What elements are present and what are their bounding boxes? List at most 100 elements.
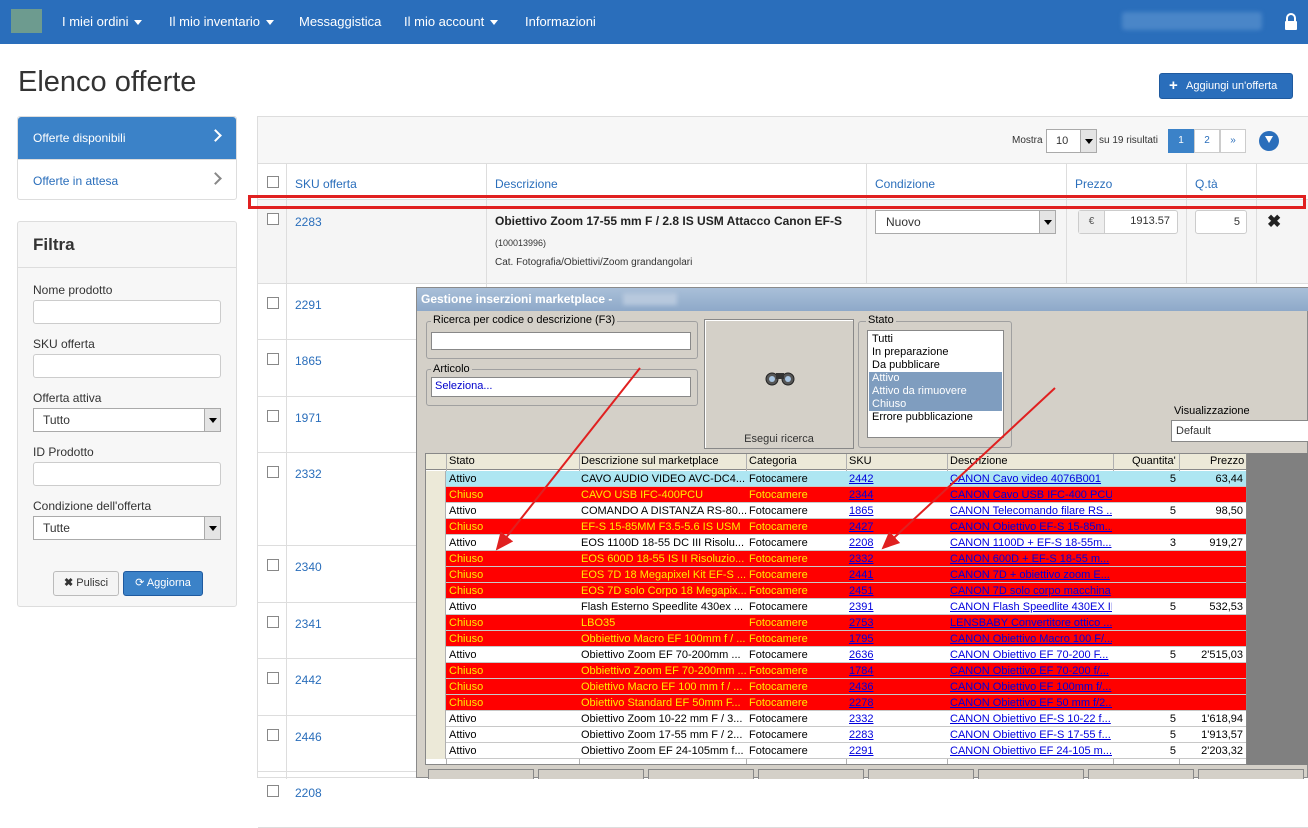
grid-cell-desc[interactable]: CANON 1100D + EF-S 18-55m...	[950, 535, 1112, 551]
row-indicator[interactable]	[426, 567, 446, 583]
sku-link[interactable]: 2208	[295, 786, 322, 800]
grid-cell-sku[interactable]: 2427	[849, 519, 947, 535]
stato-option[interactable]: Chiuso	[869, 398, 1002, 411]
sku-link[interactable]: 2341	[295, 617, 322, 631]
row-checkbox[interactable]	[267, 559, 279, 571]
sidebar-item-available-offers[interactable]: Offerte disponibili	[18, 117, 236, 159]
sku-link[interactable]: 2340	[295, 560, 322, 574]
grid-cell-desc[interactable]: CANON 600D + EF-S 18-55 m...	[950, 551, 1112, 567]
grid-cell-desc[interactable]: CANON Obiettivo EF-S 10-22 f...	[950, 711, 1112, 727]
grid-cell-sku[interactable]: 2636	[849, 647, 947, 663]
grid-cell-sku[interactable]: 2344	[849, 487, 947, 503]
row-indicator[interactable]	[426, 695, 446, 711]
row-checkbox[interactable]	[267, 729, 279, 741]
sku-link[interactable]: 1971	[295, 411, 322, 425]
stato-listbox[interactable]: Tutti In preparazione Da pubblicare Attivo A…	[867, 330, 1004, 438]
row-indicator[interactable]	[426, 631, 446, 647]
grid-row[interactable]: Chiuso LBO35 Fotocamere 2753 LENSBABY Conver…	[426, 615, 1246, 631]
grid-cell-desc[interactable]: CANON Cavo USB IFC-400 PCU	[950, 487, 1112, 503]
product-name-input[interactable]	[33, 300, 221, 324]
nav-item-inventory[interactable]: Il mio inventario	[169, 14, 275, 29]
stato-option[interactable]: In preparazione	[869, 346, 1002, 359]
grid-row[interactable]: Attivo Flash Esterno Speedlite 430ex ... F…	[426, 599, 1246, 615]
grid-cell-sku[interactable]: 2291	[849, 743, 947, 759]
grid-cell-sku[interactable]: 2208	[849, 535, 947, 551]
grid-cell-sku[interactable]: 2753	[849, 615, 947, 631]
row-indicator[interactable]	[426, 615, 446, 631]
grid-row[interactable]: Attivo CAVO AUDIO VIDEO AVC-DC4... Fotocam…	[426, 471, 1246, 487]
grid-header-sku[interactable]: SKU	[849, 455, 872, 467]
stato-option[interactable]: Attivo da rimuovere	[869, 385, 1002, 398]
row-checkbox[interactable]	[267, 616, 279, 628]
sku-link[interactable]: 2442	[295, 673, 322, 687]
row-checkbox[interactable]	[267, 466, 279, 478]
active-offer-select[interactable]: Tutto	[33, 408, 221, 432]
nav-item-messages[interactable]: Messaggistica	[299, 14, 381, 29]
row-checkbox[interactable]	[267, 410, 279, 422]
header-price[interactable]: Prezzo	[1075, 177, 1112, 191]
row-checkbox[interactable]	[267, 672, 279, 684]
grid-row[interactable]: Chiuso EOS 7D 18 Megapixel Kit EF-S ... Fo…	[426, 567, 1246, 583]
header-description[interactable]: Descrizione	[495, 177, 558, 191]
grid-row[interactable]: Attivo Obiettivo Zoom 10-22 mm F / 3... Fo…	[426, 711, 1246, 727]
row-indicator[interactable]	[426, 663, 446, 679]
grid-cell-sku[interactable]: 2283	[849, 727, 947, 743]
grid-cell-sku[interactable]: 2451	[849, 583, 947, 599]
sku-link[interactable]: 2291	[295, 298, 322, 312]
grid-cell-sku[interactable]: 2278	[849, 695, 947, 711]
grid-cell-sku[interactable]: 1795	[849, 631, 947, 647]
grid-row[interactable]: Attivo EOS 1100D 18-55 DC III Risolu... Fo…	[426, 535, 1246, 551]
grid-header-desc[interactable]: Descrizione	[950, 455, 1007, 467]
sidebar-item-pending-offers[interactable]: Offerte in attesa	[18, 159, 236, 201]
grid-row[interactable]: Attivo Obiettivo Zoom EF 24-105mm f... Fot…	[426, 743, 1246, 759]
row-indicator[interactable]	[426, 503, 446, 519]
row-checkbox[interactable]	[267, 353, 279, 365]
row-indicator[interactable]	[426, 583, 446, 599]
page-1-button[interactable]: 1	[1168, 129, 1194, 153]
grid-cell-sku[interactable]: 2436	[849, 679, 947, 695]
grid-cell-sku[interactable]: 2391	[849, 599, 947, 615]
grid-row[interactable]: Chiuso EF-S 15-85MM F3.5-5.6 IS USM Fotoca…	[426, 519, 1246, 535]
grid-cell-desc[interactable]: CANON Obiettivo EF 70-200 f/...	[950, 663, 1112, 679]
condition-select[interactable]: Nuovo	[875, 210, 1056, 234]
logo[interactable]	[11, 9, 42, 33]
grid-row[interactable]: Chiuso CAVO USB IFC-400PCU Fotocamere 2344 C…	[426, 487, 1246, 503]
row-indicator[interactable]	[426, 743, 446, 759]
grid-cell-desc[interactable]: CANON Obiettivo EF 100mm f/...	[950, 679, 1112, 695]
grid-cell-desc[interactable]: CANON Obiettivo EF 24-105 m...	[950, 743, 1112, 759]
row-checkbox[interactable]	[267, 785, 279, 797]
grid-cell-desc[interactable]: CANON Cavo video 4076B001	[950, 471, 1112, 487]
row-indicator[interactable]	[426, 519, 446, 535]
article-input[interactable]: Seleziona...	[431, 377, 691, 397]
stato-option[interactable]: Da pubblicare	[869, 359, 1002, 372]
price-input[interactable]: €1913.57	[1078, 210, 1178, 234]
download-icon[interactable]	[1259, 131, 1279, 151]
stato-option[interactable]: Attivo	[869, 372, 1002, 385]
grid-row[interactable]: Chiuso Obiettivo Macro EF 100 mm f / ... F…	[426, 679, 1246, 695]
grid-cell-desc[interactable]: CANON Telecomando filare RS ...	[950, 503, 1112, 519]
nav-item-info[interactable]: Informazioni	[525, 14, 596, 29]
page-2-button[interactable]: 2	[1194, 129, 1220, 153]
next-page-button[interactable]: »	[1220, 129, 1246, 153]
add-offer-button[interactable]: + Aggiungi un'offerta	[1159, 73, 1293, 99]
header-sku[interactable]: SKU offerta	[295, 177, 357, 191]
sku-link[interactable]: 2283	[295, 215, 322, 229]
grid-row[interactable]: Attivo Obiettivo Zoom 17-55 mm F / 2... Fo…	[426, 727, 1246, 743]
row-indicator[interactable]	[426, 471, 446, 487]
grid-row[interactable]: Chiuso Obiettivo Standard EF 50mm F... Fot…	[426, 695, 1246, 711]
header-qty[interactable]: Q.tà	[1195, 177, 1218, 191]
row-checkbox[interactable]	[267, 213, 279, 225]
sku-link[interactable]: 2446	[295, 730, 322, 744]
grid-cell-sku[interactable]: 2442	[849, 471, 947, 487]
delete-icon[interactable]: ✖	[1267, 212, 1281, 232]
per-page-select[interactable]: 10	[1046, 129, 1097, 153]
grid-cell-desc[interactable]: CANON Obiettivo EF-S 15-85m...	[950, 519, 1112, 535]
stato-option[interactable]: Tutti	[869, 333, 1002, 346]
grid-row[interactable]: Chiuso Obbiettivo Macro EF 100mm f / ... F…	[426, 631, 1246, 647]
header-condition[interactable]: Condizione	[875, 177, 935, 191]
grid-row[interactable]: Chiuso EOS 7D solo Corpo 18 Megapix... Fot…	[426, 583, 1246, 599]
product-id-input[interactable]	[33, 462, 221, 486]
sku-input[interactable]	[33, 354, 221, 378]
row-indicator[interactable]	[426, 711, 446, 727]
grid-cell-desc[interactable]: CANON 7D solo corpo macchina	[950, 583, 1112, 599]
